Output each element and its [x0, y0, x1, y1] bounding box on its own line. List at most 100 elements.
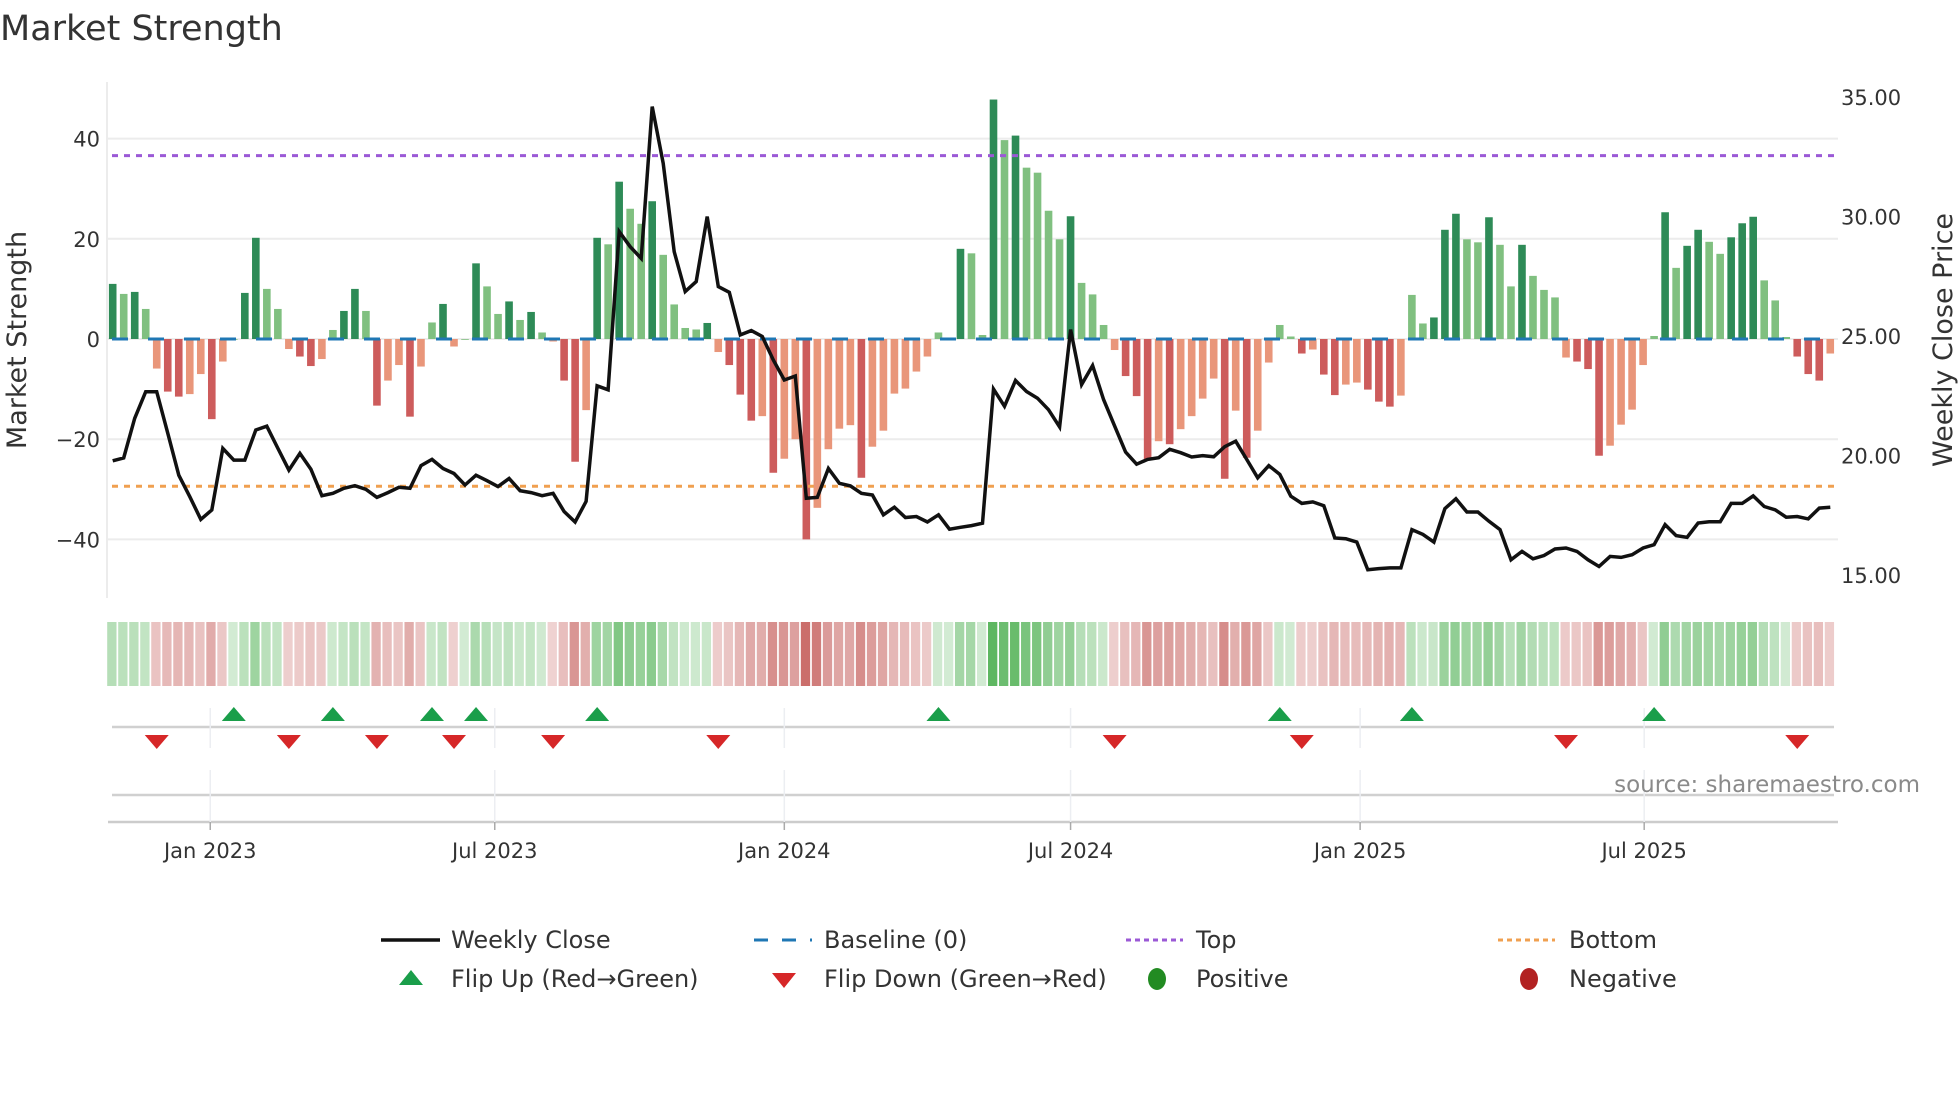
strip-cell: [800, 622, 811, 686]
strength-bar: [956, 248, 965, 339]
strength-bar: [483, 286, 491, 339]
strength-bar: [1121, 338, 1130, 377]
strip-cell: [624, 622, 634, 686]
strip-cell: [261, 622, 271, 686]
flip-up-marker: [320, 707, 345, 721]
strength-bar: [527, 311, 535, 339]
strength-bar: [813, 338, 822, 508]
strength-bar: [593, 237, 601, 339]
strength-bar: [318, 338, 326, 360]
strip-cell: [151, 622, 161, 686]
strength-bar: [1275, 324, 1284, 339]
strength-bar: [758, 338, 767, 417]
strip-cell: [1153, 622, 1163, 686]
market-strength-chart: Market Strength Market Strength Weekly C…: [0, 9, 1959, 993]
strip-cell: [855, 622, 866, 686]
strength-bar: [1408, 294, 1416, 339]
strength-bar: [1397, 338, 1405, 396]
strength-bar: [1220, 338, 1229, 479]
y-axis-label: Market Strength: [2, 231, 33, 449]
strength-bar: [1165, 338, 1174, 445]
strength-bar: [1716, 253, 1724, 339]
strength-bar: [1342, 338, 1350, 385]
strip-cell: [723, 622, 734, 686]
strength-bar: [516, 319, 524, 339]
strength-bar: [472, 263, 480, 339]
strip-cell: [1208, 622, 1218, 686]
strip-cell: [910, 622, 921, 686]
strength-bar: [714, 338, 723, 353]
strength-bar: [1143, 338, 1152, 460]
strip-cell: [228, 622, 238, 686]
strip-cell: [1648, 622, 1658, 686]
strip-cell: [1120, 622, 1130, 686]
strength-bar: [1529, 275, 1537, 339]
strength-bar: [1386, 338, 1394, 407]
strip-cell: [1516, 622, 1526, 686]
legend-bottom: Bottom: [1569, 926, 1657, 954]
strength-bar: [219, 338, 227, 362]
strength-bar: [108, 283, 117, 339]
strip-cell: [140, 622, 150, 686]
flip-up-marker: [1642, 707, 1667, 721]
strength-bar: [1562, 338, 1570, 358]
strip-cell: [1681, 622, 1691, 686]
strength-bar: [1000, 140, 1009, 339]
strip-cell: [162, 622, 172, 686]
strip-cell: [272, 622, 282, 686]
strip-cell: [184, 622, 194, 686]
strength-bar: [835, 338, 844, 429]
flip-up-marker: [221, 707, 246, 721]
legend-top: Top: [1195, 926, 1237, 954]
strength-bar: [1595, 338, 1603, 456]
strip-cell: [668, 622, 679, 686]
strip-cell: [250, 622, 260, 686]
flip-down-marker: [541, 735, 566, 749]
strength-bar: [670, 304, 679, 339]
legend-positive-icon: [1148, 968, 1166, 990]
strength-bar: [1749, 216, 1757, 339]
strength-bar: [1187, 338, 1196, 417]
strength-bar: [681, 327, 690, 339]
strength-bar: [1463, 239, 1471, 339]
legend-flip-down-icon: [772, 973, 796, 988]
strip-cell: [1175, 622, 1185, 686]
strip-cell: [338, 622, 348, 686]
strength-bar: [1066, 216, 1075, 339]
strip-cell: [1637, 622, 1647, 686]
strength-bar: [1606, 338, 1614, 446]
strength-bar: [1496, 244, 1504, 339]
strip-cell: [239, 622, 249, 686]
y-tick-label: 40: [73, 128, 100, 152]
strength-bar: [1661, 212, 1669, 339]
strip-cell: [305, 622, 315, 686]
y2-tick-label: 20.00: [1841, 445, 1901, 469]
strip-cell: [965, 622, 976, 686]
strength-bar: [417, 338, 425, 367]
strength-bar: [912, 338, 921, 372]
strength-bar: [207, 338, 216, 420]
flip-down-marker: [1785, 735, 1810, 749]
x-tick-label: Jul 2025: [1599, 839, 1686, 863]
strip-cell: [1417, 622, 1427, 686]
strip-cell: [988, 622, 998, 686]
strength-bars: [108, 99, 1835, 540]
strength-bar: [1485, 217, 1493, 339]
strip-cell: [1307, 622, 1317, 686]
strip-cell: [1769, 622, 1780, 686]
strength-bar: [1738, 223, 1746, 339]
strip-cell: [999, 622, 1009, 686]
strip-cell: [1109, 622, 1119, 686]
strength-bar: [1033, 172, 1042, 339]
strength-bar: [1804, 338, 1813, 375]
y2-tick-label: 15.00: [1841, 564, 1901, 588]
strip-cell: [415, 622, 425, 686]
strength-bar: [406, 338, 414, 417]
strip-cell: [448, 622, 458, 686]
strip-cell: [1428, 622, 1438, 686]
flip-up-marker: [585, 707, 610, 721]
strip-cell: [360, 622, 370, 686]
strip-cell: [1549, 622, 1559, 686]
strength-bar: [582, 338, 590, 411]
strip-cell: [657, 622, 667, 686]
